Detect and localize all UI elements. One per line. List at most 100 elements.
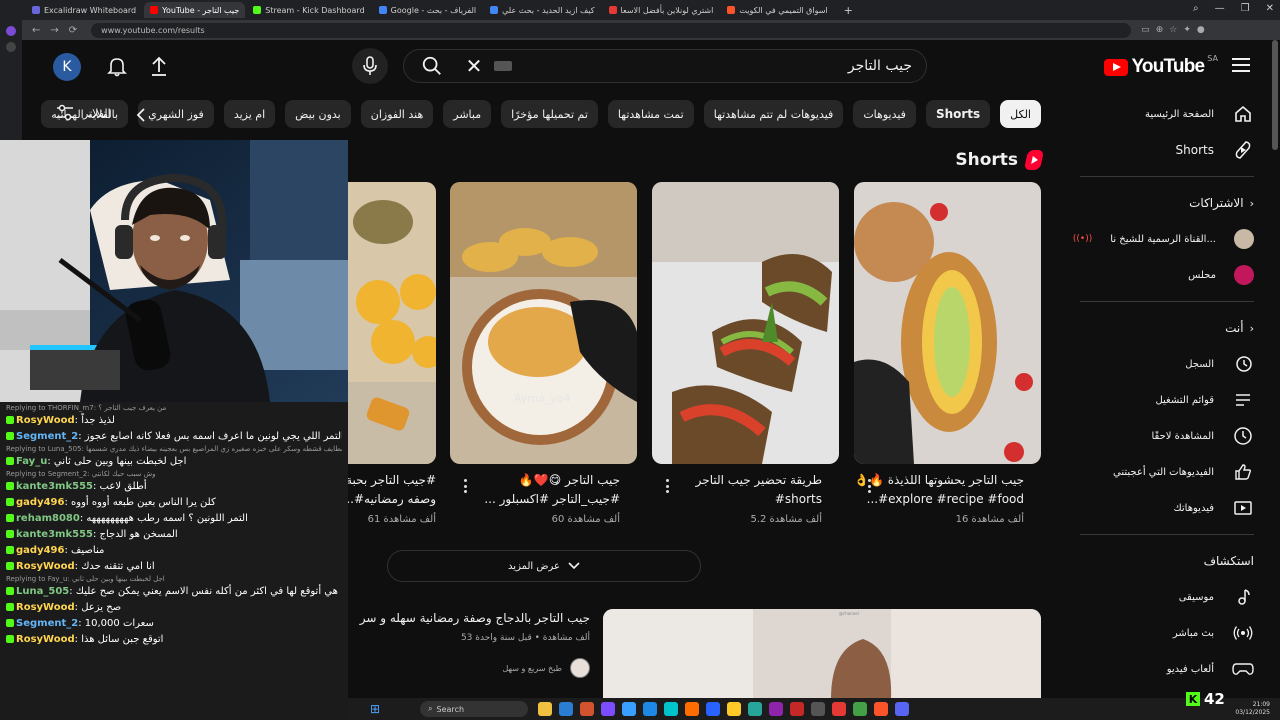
taskbar-app-icon[interactable] xyxy=(727,702,742,716)
filter-chip[interactable]: ام يزيد xyxy=(223,100,276,128)
profile-icon[interactable]: ● xyxy=(1197,25,1205,35)
browser-tab[interactable]: Stream - Kick Dashboard xyxy=(247,2,370,18)
taskbar-app-icon[interactable] xyxy=(790,702,805,716)
browser-tab[interactable]: اشتري لونلاين بأفضل الاسعا xyxy=(603,2,720,18)
short-title-line2[interactable]: #جيب_التاجر #اكسبلور ... xyxy=(450,489,620,509)
menu-icon[interactable] xyxy=(1232,58,1250,72)
taskbar-app-icon[interactable] xyxy=(853,702,868,716)
browser-tab[interactable]: اسواق التميمي في الكويت xyxy=(721,2,833,18)
maximize-icon[interactable]: ❐ xyxy=(1241,3,1250,14)
account-avatar[interactable]: K xyxy=(53,53,81,81)
search-tabs-icon[interactable]: ⌕ xyxy=(1193,3,1199,14)
browser-tab[interactable]: كيف ازيد الحديد - بحث علي xyxy=(484,2,600,18)
reload-icon[interactable]: ⟳ xyxy=(69,25,77,36)
taskbar-app-icon[interactable] xyxy=(706,702,721,716)
chat-username[interactable]: gady496 xyxy=(16,545,64,556)
short-thumbnail[interactable] xyxy=(854,182,1041,464)
short-title-line2[interactable]: وصفه رمضانيه#... xyxy=(348,489,436,509)
more-actions-icon[interactable] xyxy=(662,477,672,495)
short-thumbnail[interactable] xyxy=(348,182,436,464)
filter-chip[interactable]: تم تحميلها مؤخرًا xyxy=(501,100,598,128)
chat-username[interactable]: Segment_2 xyxy=(16,618,78,629)
sidebar-item-gaming[interactable]: ألعاب فيديو xyxy=(1066,651,1280,687)
star-icon[interactable]: ☆ xyxy=(1169,25,1177,35)
url-field[interactable]: www.youtube.com/results xyxy=(91,22,1132,38)
taskbar-app-icon[interactable] xyxy=(685,702,700,716)
chat-username[interactable]: RosyWood xyxy=(16,634,75,645)
more-actions-icon[interactable] xyxy=(864,477,874,495)
sidebar-item-home[interactable]: الصفحة الرئيسية xyxy=(1066,96,1280,132)
upload-button[interactable] xyxy=(147,54,171,78)
filter-chip[interactable]: تمت مشاهدتها xyxy=(607,100,694,128)
sidebar-item-playlists[interactable]: قوائم التشغيل xyxy=(1066,382,1280,418)
voice-search-button[interactable] xyxy=(352,48,388,84)
sidebar-item-watch-later[interactable]: المشاهدة لاحقًا xyxy=(1066,418,1280,454)
sidebar-item-history[interactable]: السجل xyxy=(1066,346,1280,382)
video-channel[interactable]: طبخ سريع و سهل xyxy=(350,658,590,678)
taskbar-app-icon[interactable] xyxy=(622,702,637,716)
sidebar-item-subscription[interactable]: ((•)) القناة الرسمية للشيخ نا... xyxy=(1066,221,1280,257)
filter-chip[interactable]: هند الفوزان xyxy=(360,100,434,128)
taskbar-app-icon[interactable] xyxy=(559,702,574,716)
subscriptions-heading[interactable]: الاشتراكات › xyxy=(1066,185,1280,221)
chat-username[interactable]: RosyWood xyxy=(16,561,75,572)
taskbar-app-icon[interactable] xyxy=(811,702,826,716)
you-heading[interactable]: أنت › xyxy=(1066,310,1280,346)
bookmark-icon[interactable] xyxy=(6,42,16,52)
taskbar-app-icon[interactable] xyxy=(748,702,763,716)
video-thumbnail[interactable]: @channel xyxy=(603,609,1041,699)
taskbar-app-icon[interactable] xyxy=(832,702,847,716)
sidebar-item-live[interactable]: بث مباشر xyxy=(1066,615,1280,651)
extension-icon[interactable]: ✦ xyxy=(1183,25,1191,35)
youtube-logo[interactable]: YouTube SA xyxy=(1104,54,1218,78)
chat-username[interactable]: Luna_505 xyxy=(16,586,69,597)
taskbar-app-icon[interactable] xyxy=(664,702,679,716)
workspace-icon[interactable] xyxy=(6,26,16,36)
chat-username[interactable]: reham8080 xyxy=(16,513,80,524)
chips-scroll-button[interactable] xyxy=(130,104,152,126)
taskbar-app-icon[interactable] xyxy=(601,702,616,716)
sidebar-item-shorts[interactable]: Shorts xyxy=(1066,132,1280,168)
sidebar-item-music[interactable]: موسيقى xyxy=(1066,579,1280,615)
chat-username[interactable]: Fay_u xyxy=(16,456,47,467)
forward-icon[interactable]: → xyxy=(50,25,58,36)
filter-chip[interactable]: الكل xyxy=(1000,100,1041,128)
search-input[interactable] xyxy=(512,58,926,74)
short-title-line2[interactable]: explore #recipe #food#... xyxy=(854,489,1024,509)
taskbar-clock[interactable]: 21:09 03/12/2025 xyxy=(1235,701,1270,717)
more-actions-icon[interactable] xyxy=(460,477,470,495)
sidebar-item-subscription[interactable]: محلس xyxy=(1066,257,1280,293)
chat-username[interactable]: gady496 xyxy=(16,497,64,508)
chat-username[interactable]: kante3mk555 xyxy=(16,481,93,492)
taskbar-app-icon[interactable] xyxy=(643,702,658,716)
short-title[interactable]: طريقة تحضير جيب التاجر xyxy=(652,470,822,490)
short-thumbnail[interactable] xyxy=(652,182,839,464)
filters-button[interactable]: الفلاتر xyxy=(55,104,111,122)
taskbar-app-icon[interactable] xyxy=(769,702,784,716)
keyboard-icon[interactable] xyxy=(494,61,512,71)
windows-start-icon[interactable]: ⊞ xyxy=(370,702,380,716)
short-title[interactable]: جيب التاجر يحشوتها اللذيذة 🔥👌 xyxy=(854,470,1024,490)
taskbar-app-icon[interactable] xyxy=(580,702,595,716)
browser-tab[interactable]: Excalidraw Whiteboard xyxy=(26,2,142,18)
browser-tab[interactable]: Google - الفرياف - بحث xyxy=(373,2,482,18)
notifications-button[interactable] xyxy=(105,54,129,78)
video-title[interactable]: جيب التاجر بالدجاج وصفة رمضانية سهله و س… xyxy=(350,611,590,625)
search-button[interactable] xyxy=(404,50,460,82)
taskbar-app-icon[interactable] xyxy=(874,702,889,716)
chat-username[interactable]: RosyWood xyxy=(16,602,75,613)
close-window-icon[interactable]: ✕ xyxy=(1266,3,1274,14)
new-tab-button[interactable]: + xyxy=(844,4,853,17)
sidebar-item-liked[interactable]: الفيديوهات التي أعجبتني xyxy=(1066,454,1280,490)
browser-tab[interactable]: YouTube - جيب التاجر xyxy=(144,2,246,18)
minimize-icon[interactable]: — xyxy=(1215,3,1225,14)
chat-username[interactable]: RosyWood xyxy=(16,415,75,426)
short-title-line2[interactable]: shorts# xyxy=(652,489,822,509)
filter-chip[interactable]: فيديوهات لم تتم مشاهدتها xyxy=(703,100,844,128)
zoom-icon[interactable]: ⊕ xyxy=(1156,25,1164,35)
chat-username[interactable]: kante3mk555 xyxy=(16,529,93,540)
filter-chip[interactable]: مباشر xyxy=(443,100,492,128)
short-thumbnail[interactable]: Ayma_ya4 xyxy=(450,182,637,464)
taskbar-app-icon[interactable] xyxy=(538,702,553,716)
filter-chip[interactable]: Shorts xyxy=(925,100,991,128)
